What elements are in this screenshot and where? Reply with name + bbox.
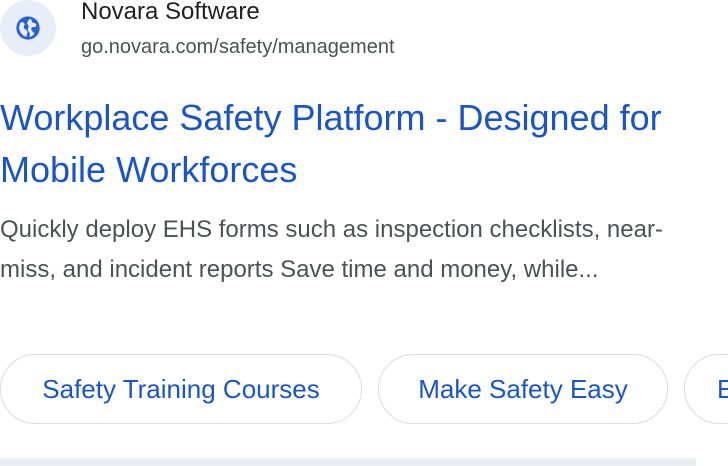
chip-safety-training-courses[interactable]: Safety Training Courses <box>0 354 362 424</box>
site-header[interactable]: Novara Software go.novara.com/safety/man… <box>0 0 728 64</box>
site-name: Novara Software <box>81 0 260 25</box>
sitelink-chips: Safety Training Courses Make Safety Easy… <box>0 354 728 426</box>
divider-bar <box>0 458 696 466</box>
site-favicon <box>0 0 56 56</box>
search-result: Novara Software go.novara.com/safety/man… <box>0 0 728 466</box>
chip-make-safety-easy[interactable]: Make Safety Easy <box>378 354 668 424</box>
result-title-link[interactable]: Workplace Safety Platform - Designed for… <box>0 92 700 196</box>
globe-icon <box>16 16 40 40</box>
site-url: go.novara.com/safety/management <box>81 36 395 58</box>
result-snippet: Quickly deploy EHS forms such as inspect… <box>0 216 663 283</box>
chip-partial[interactable]: E <box>684 354 728 424</box>
